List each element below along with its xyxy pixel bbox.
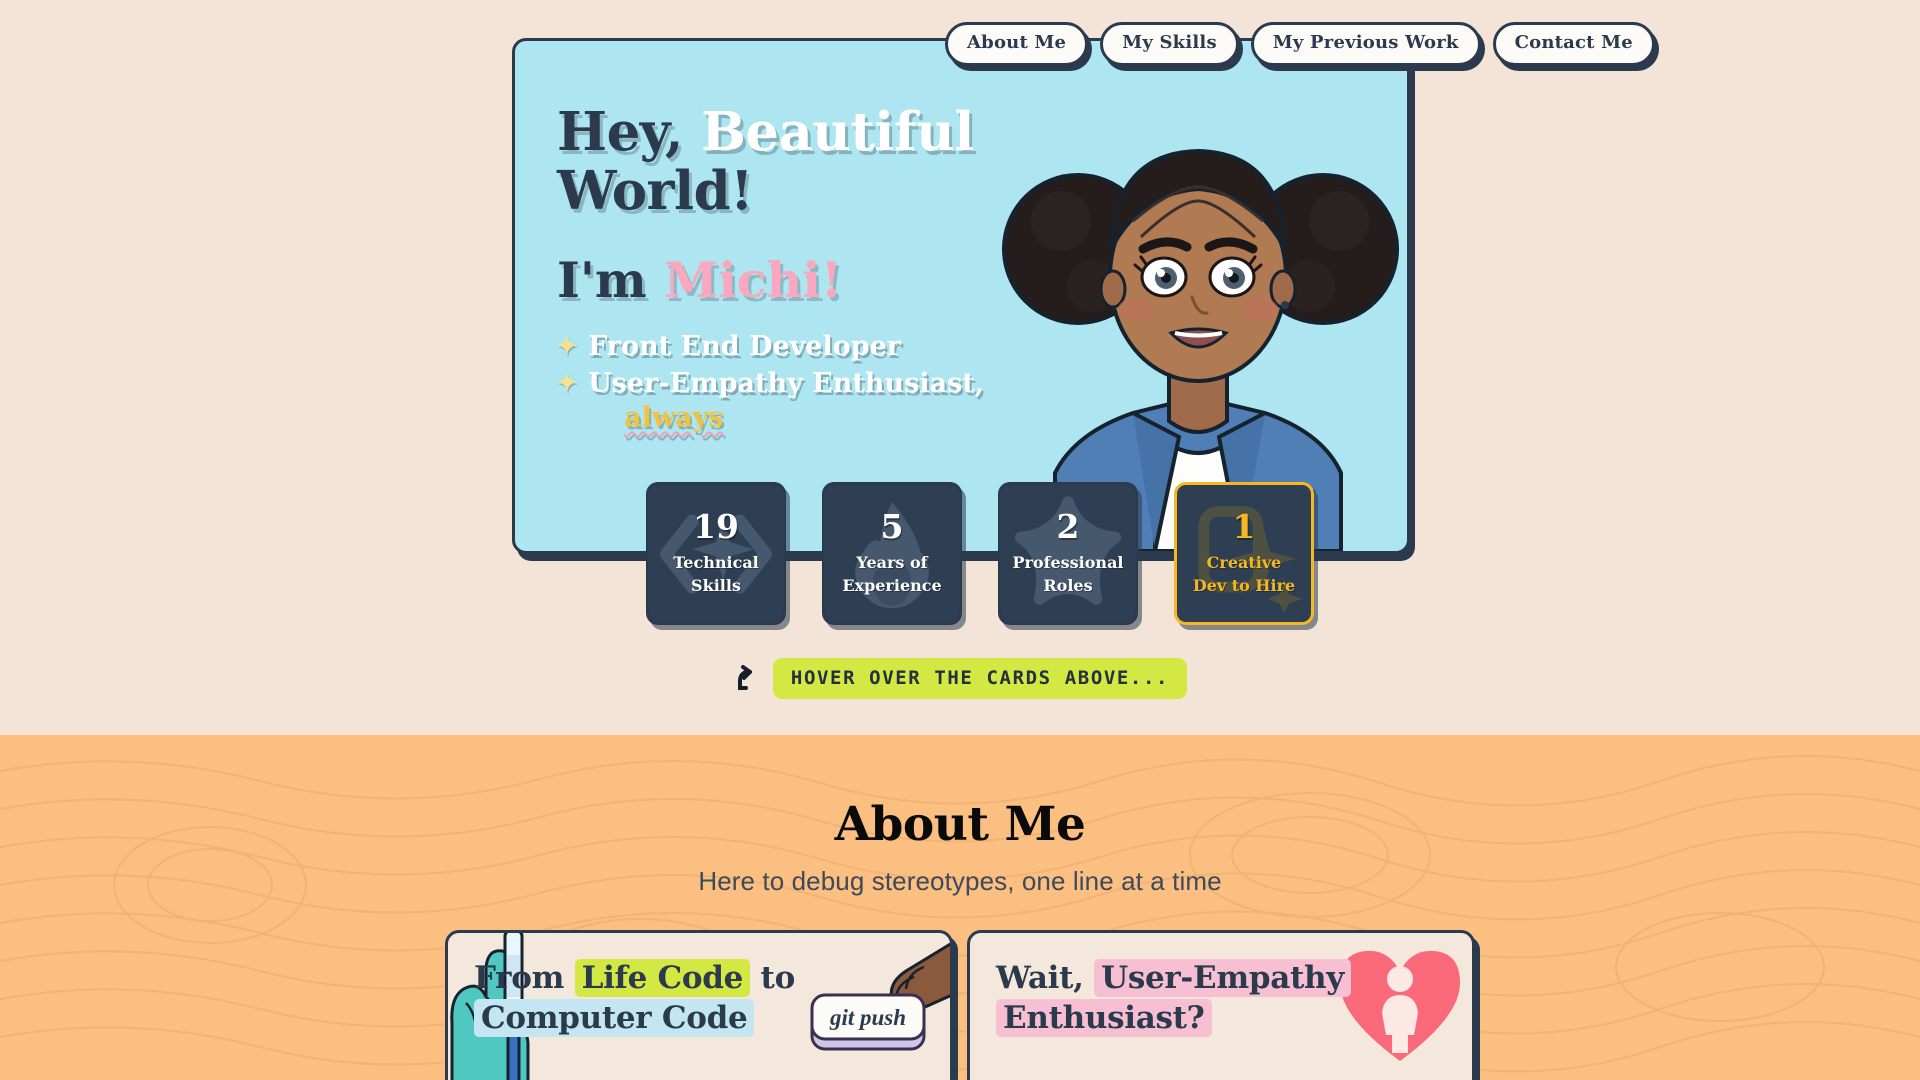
headline-beautiful: Beautiful <box>700 101 974 163</box>
role-label-empathy-text: User-Empathy Enthusiast, <box>588 368 985 400</box>
title-part-from: From <box>474 960 575 996</box>
headline-world: World! <box>557 160 753 223</box>
about-card-2-title: Wait, User-Empathy Enthusiast? <box>996 959 1450 1038</box>
stat-number: 5 <box>880 506 904 546</box>
role-label-developer: Front End Developer <box>588 330 902 362</box>
hero-section: About Me My Skills My Previous Work Cont… <box>0 0 1920 735</box>
role-item-empathy: ✦ User-Empathy Enthusiast, always <box>557 367 1077 435</box>
stat-card-professional-roles[interactable]: 2 Professional Roles <box>998 482 1138 625</box>
stat-label-line2: Roles <box>1043 575 1093 595</box>
stat-label-line2: Dev to Hire <box>1192 575 1296 595</box>
nav-item-my-skills[interactable]: My Skills <box>1100 22 1239 66</box>
about-title: About Me <box>834 797 1086 852</box>
stat-label: Creative Dev to Hire <box>1187 552 1301 597</box>
stat-label-line1: Creative <box>1206 552 1282 572</box>
hover-hint-badge: HOVER OVER THE CARDS ABOVE... <box>772 658 1188 699</box>
stat-number: 2 <box>1056 506 1080 546</box>
hero-headline: Hey, Beautiful World! <box>557 101 1077 223</box>
stat-card-years-experience[interactable]: 5 Years of Experience <box>822 482 962 625</box>
subhead-name: Michi! <box>663 250 843 309</box>
stat-label-line1: Professional <box>1012 552 1124 572</box>
nav-item-about-me[interactable]: About Me <box>945 22 1089 66</box>
stat-label: Professional Roles <box>1006 552 1129 597</box>
title-part-computer-code: Computer Code <box>474 998 755 1037</box>
stat-number: 19 <box>693 506 739 546</box>
stat-label-line1: Years of <box>856 552 928 572</box>
about-section: About Me Here to debug stereotypes, one … <box>0 735 1920 1080</box>
stat-label-line2: Skills <box>691 575 741 595</box>
role-item-developer: ✦ Front End Developer <box>557 330 1077 364</box>
hero-text-block: Hey, Beautiful World! I'm Michi! ✦ Front… <box>557 101 1077 439</box>
sparkle-icon: ✦ <box>557 368 578 398</box>
nav-item-contact-me[interactable]: Contact Me <box>1492 22 1655 66</box>
portfolio-page: About Me My Skills My Previous Work Cont… <box>0 0 1920 1080</box>
sparkle-icon: ✦ <box>557 330 578 360</box>
title-part-life-code: Life Code <box>574 959 751 997</box>
hero-subhead: I'm Michi! <box>557 250 1077 309</box>
hover-hint-row: HOVER OVER THE CARDS ABOVE... <box>0 658 1920 699</box>
title-part-to: to <box>750 960 796 996</box>
about-card-2-content: Wait, User-Empathy Enthusiast? <box>970 933 1472 1038</box>
role-emphasis-always: always <box>624 402 724 434</box>
about-card-life-code-to-computer-code[interactable]: git push From Life Code to Computer Code… <box>445 930 953 1080</box>
stat-card-creative-dev-to-hire[interactable]: 1 Creative Dev to Hire <box>1174 482 1314 625</box>
arrow-up-left-icon <box>737 664 752 690</box>
stat-number: 1 <box>1232 506 1256 546</box>
stat-label-line2: Experience <box>842 575 942 595</box>
hero-role-list: ✦ Front End Developer ✦ User-Empathy Ent… <box>557 330 1077 435</box>
title-part-wait: Wait, <box>996 960 1095 996</box>
about-header: About Me Here to debug stereotypes, one … <box>0 735 1920 897</box>
stat-label: Technical Skills <box>667 552 765 597</box>
role-label-empathy: User-Empathy Enthusiast, always <box>588 367 984 435</box>
stat-label: Years of Experience <box>836 552 947 597</box>
about-card-1-content: From Life Code to Computer Code <box>448 933 950 1038</box>
about-card-1-title: From Life Code to Computer Code <box>474 959 928 1038</box>
about-card-user-empathy-enthusiast[interactable]: Wait, User-Empathy Enthusiast? Yup, it's… <box>967 930 1475 1080</box>
hero-card: Hey, Beautiful World! I'm Michi! ✦ Front… <box>512 38 1410 554</box>
about-card-row: git push From Life Code to Computer Code… <box>0 930 1920 1080</box>
subhead-prefix: I'm <box>557 250 647 309</box>
headline-greeting: Hey, <box>557 101 683 163</box>
stat-card-row: 19 Technical Skills 5 Years of Experienc… <box>646 482 1314 625</box>
about-subtitle: Here to debug stereotypes, one line at a… <box>698 866 1222 896</box>
stat-card-technical-skills[interactable]: 19 Technical Skills <box>646 482 786 625</box>
main-navigation: About Me My Skills My Previous Work Cont… <box>945 22 1655 66</box>
stat-label-line1: Technical <box>673 552 759 572</box>
nav-item-my-previous-work[interactable]: My Previous Work <box>1250 22 1481 66</box>
